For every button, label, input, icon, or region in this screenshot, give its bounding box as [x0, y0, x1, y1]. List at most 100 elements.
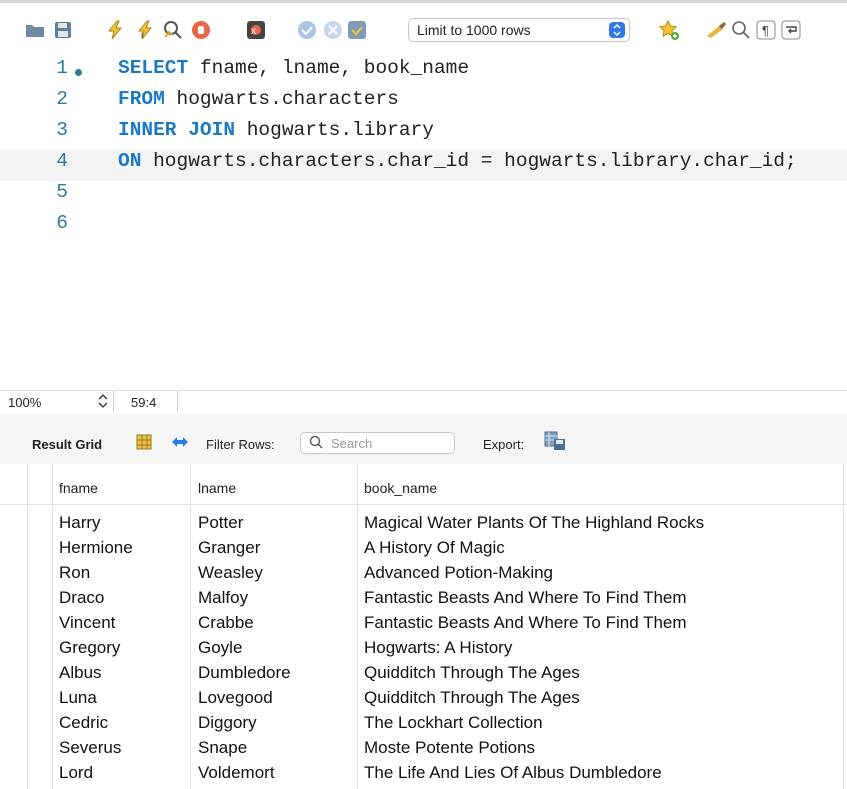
favorites-icon[interactable] — [658, 19, 680, 41]
column-header-fname[interactable]: fname — [59, 480, 98, 496]
table-row[interactable]: Luna Lovegood Quidditch Through The Ages — [0, 686, 847, 711]
table-row[interactable]: Albus Dumbledore Quidditch Through The A… — [0, 661, 847, 686]
table-row[interactable]: Hermione Granger A History Of Magic — [0, 536, 847, 561]
stop-icon[interactable] — [190, 19, 212, 41]
line-number: 1 — [56, 57, 68, 79]
editor-toolbar: I x Limit to 1000 rows ¶ — [0, 0, 847, 52]
line-number: 2 — [56, 88, 68, 110]
editor-status-bar: 100% 59:4 — [0, 390, 847, 415]
cell-lname[interactable]: Crabbe — [198, 613, 254, 633]
cursor-position: 59:4 — [131, 395, 157, 410]
cell-lname[interactable]: Malfoy — [198, 588, 248, 608]
svg-text:I: I — [141, 31, 143, 40]
cell-book-name[interactable]: Fantastic Beasts And Where To Find Them — [364, 588, 687, 608]
toggle-errors-icon[interactable]: x — [245, 19, 267, 41]
table-row[interactable]: Draco Malfoy Fantastic Beasts And Where … — [0, 586, 847, 611]
result-toolbar: Result Grid Filter Rows: Search Export: — [0, 414, 847, 464]
cell-lname[interactable]: Snape — [198, 738, 247, 758]
cell-book-name[interactable]: The Life And Lies Of Albus Dumbledore — [364, 763, 662, 783]
execute-icon[interactable] — [104, 19, 126, 41]
limit-rows-select[interactable]: Limit to 1000 rows — [408, 18, 630, 42]
result-grid-tab[interactable]: Result Grid — [32, 437, 102, 452]
table-row[interactable]: Cedric Diggory The Lockhart Collection — [0, 711, 847, 736]
column-header-book-name[interactable]: book_name — [364, 480, 437, 496]
table-row[interactable]: Vincent Crabbe Fantastic Beasts And Wher… — [0, 611, 847, 636]
code-text: SELECT fname, lname, book_name — [118, 57, 470, 79]
cell-fname[interactable]: Severus — [59, 738, 121, 758]
filter-search-input[interactable]: Search — [300, 432, 455, 454]
cell-book-name[interactable]: A History Of Magic — [364, 538, 505, 558]
cell-lname[interactable]: Granger — [198, 538, 260, 558]
code-text: FROM hogwarts.characters — [118, 88, 399, 110]
zoom-level[interactable]: 100% — [8, 395, 41, 410]
cell-book-name[interactable]: Moste Potente Potions — [364, 738, 535, 758]
cell-fname[interactable]: Hermione — [59, 538, 133, 558]
code-text: INNER JOIN hogwarts.library — [118, 119, 434, 141]
cell-book-name[interactable]: Quidditch Through The Ages — [364, 688, 580, 708]
statement-marker-icon — [75, 69, 82, 76]
grid-view-icon[interactable] — [136, 434, 152, 453]
table-row[interactable]: Gregory Goyle Hogwarts: A History — [0, 636, 847, 661]
svg-text:¶: ¶ — [762, 23, 769, 38]
cell-book-name[interactable]: Hogwarts: A History — [364, 638, 512, 658]
explain-icon[interactable] — [162, 19, 184, 41]
cell-fname[interactable]: Harry — [59, 513, 101, 533]
sql-editor[interactable]: 1 SELECT fname, lname, book_name 2 FROM … — [0, 52, 847, 390]
commit-icon[interactable] — [296, 19, 318, 41]
cell-lname[interactable]: Potter — [198, 513, 243, 533]
cell-lname[interactable]: Dumbledore — [198, 663, 291, 683]
line-number: 3 — [56, 119, 68, 141]
code-line: 2 FROM hogwarts.characters — [0, 88, 847, 119]
cell-lname[interactable]: Diggory — [198, 713, 257, 733]
cell-lname[interactable]: Voldemort — [198, 763, 275, 783]
zoom-stepper-icon[interactable] — [98, 393, 108, 412]
refresh-icon[interactable] — [170, 433, 190, 454]
code-line: 5 — [0, 181, 847, 212]
invisible-chars-icon[interactable]: ¶ — [755, 19, 777, 41]
status-divider — [113, 391, 114, 413]
cell-fname[interactable]: Cedric — [59, 713, 108, 733]
wrap-icon[interactable] — [780, 19, 802, 41]
search-placeholder: Search — [331, 436, 373, 451]
rollback-icon[interactable] — [322, 19, 344, 41]
cell-book-name[interactable]: Quidditch Through The Ages — [364, 663, 580, 683]
limit-rows-value: Limit to 1000 rows — [417, 22, 531, 38]
export-label: Export: — [483, 437, 525, 452]
code-text: ON hogwarts.characters.char_id = hogwart… — [118, 150, 797, 172]
cell-fname[interactable]: Gregory — [59, 638, 120, 658]
folder-icon[interactable] — [24, 19, 46, 41]
status-divider — [177, 391, 178, 413]
cell-fname[interactable]: Vincent — [59, 613, 115, 633]
search-icon — [309, 435, 323, 452]
find-icon[interactable] — [730, 19, 752, 41]
save-icon[interactable] — [52, 19, 74, 41]
table-row[interactable]: Ron Weasley Advanced Potion-Making — [0, 561, 847, 586]
cell-book-name[interactable]: Magical Water Plants Of The Highland Roc… — [364, 513, 704, 533]
filter-rows-label: Filter Rows: — [206, 437, 275, 452]
grid-header: fname lname book_name — [0, 464, 847, 505]
table-row[interactable]: Lord Voldemort The Life And Lies Of Albu… — [0, 761, 847, 786]
cell-book-name[interactable]: Advanced Potion-Making — [364, 563, 553, 583]
execute-current-icon[interactable]: I — [134, 19, 156, 41]
cell-fname[interactable]: Albus — [59, 663, 102, 683]
code-line: 1 SELECT fname, lname, book_name — [0, 57, 847, 88]
cell-book-name[interactable]: The Lockhart Collection — [364, 713, 543, 733]
table-row[interactable]: Harry Potter Magical Water Plants Of The… — [0, 511, 847, 536]
table-row[interactable]: Severus Snape Moste Potente Potions — [0, 736, 847, 761]
cell-lname[interactable]: Lovegood — [198, 688, 273, 708]
column-header-lname[interactable]: lname — [198, 480, 236, 496]
autocommit-icon[interactable] — [346, 19, 368, 41]
cell-lname[interactable]: Weasley — [198, 563, 263, 583]
result-grid: fname lname book_name Harry Potter Magic… — [0, 464, 847, 789]
code-line: 6 — [0, 212, 847, 243]
export-icon[interactable] — [544, 431, 566, 454]
cell-fname[interactable]: Lord — [59, 763, 93, 783]
cell-book-name[interactable]: Fantastic Beasts And Where To Find Them — [364, 613, 687, 633]
cell-lname[interactable]: Goyle — [198, 638, 242, 658]
beautify-icon[interactable] — [705, 19, 727, 41]
line-number: 4 — [56, 150, 68, 172]
select-arrows-icon — [609, 22, 625, 38]
cell-fname[interactable]: Draco — [59, 588, 104, 608]
cell-fname[interactable]: Ron — [59, 563, 90, 583]
cell-fname[interactable]: Luna — [59, 688, 97, 708]
